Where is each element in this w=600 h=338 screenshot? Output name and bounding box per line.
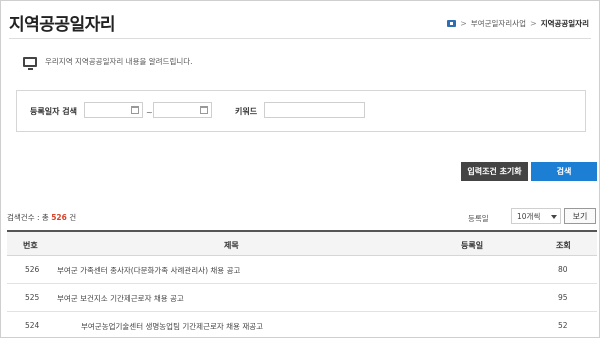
breadcrumb: > 부여군일자리사업 > 지역공공일자리 xyxy=(447,18,589,29)
info-text: 우리지역 지역공공일자리 내용을 알려드립니다. xyxy=(45,57,193,66)
breadcrumb-current: 지역공공일자리 xyxy=(540,19,589,28)
breadcrumb-parent[interactable]: 부여군일자리사업 xyxy=(471,18,526,29)
row-views: 52 xyxy=(558,321,568,330)
row-views: 80 xyxy=(558,265,568,274)
table-row[interactable]: 526 부여군 가족센터 종사자(다문화가족 사례관리사) 채용 공고 80 xyxy=(7,256,597,284)
breadcrumb-separator: > xyxy=(529,19,537,28)
search-panel: 등록일자 검색 ~ 키워드 xyxy=(16,90,586,132)
chevron-down-icon xyxy=(551,215,557,219)
result-count-prefix: 검색건수 : 총 xyxy=(7,213,49,222)
date-to-input[interactable] xyxy=(153,102,212,118)
sort-label[interactable]: 등록일 xyxy=(468,213,489,224)
page-frame: 지역공공일자리 > 부여군일자리사업 > 지역공공일자리 우리지역 지역공공일자… xyxy=(0,0,600,338)
results-table: 번호 제목 등록일 조회 526 부여군 가족센터 종사자(다문화가족 사례관리… xyxy=(7,230,597,338)
calendar-icon[interactable] xyxy=(200,106,208,114)
row-views: 95 xyxy=(558,293,568,302)
date-search-label: 등록일자 검색 xyxy=(30,107,77,116)
table-row[interactable]: 525 부여군 보건지소 기간제근로자 채용 공고 95 xyxy=(7,284,597,312)
row-title-link[interactable]: 부여군 가족센터 종사자(다문화가족 사례관리사) 채용 공고 xyxy=(57,265,240,276)
row-number: 525 xyxy=(25,293,40,302)
date-range-separator: ~ xyxy=(146,108,153,117)
column-header-no: 번호 xyxy=(23,241,38,250)
table-row[interactable]: 524 부여군농업기술센터 생명농업팀 기간제근로자 채용 재공고 52 xyxy=(7,312,597,338)
column-header-views: 조회 xyxy=(556,241,571,250)
monitor-icon xyxy=(23,56,37,70)
result-count-value: 526 xyxy=(51,213,67,222)
result-count-suffix: 건 xyxy=(69,213,77,222)
row-number: 526 xyxy=(25,265,40,274)
page-title: 지역공공일자리 xyxy=(9,15,115,35)
date-from-input[interactable] xyxy=(84,102,143,118)
row-title-link[interactable]: 부여군농업기술센터 생명농업팀 기간제근로자 채용 재공고 xyxy=(81,321,263,332)
view-button[interactable]: 보기 xyxy=(564,208,596,224)
page-size-select[interactable]: 10개씩 xyxy=(511,208,561,224)
keyword-label: 키워드 xyxy=(235,107,258,116)
reset-button[interactable]: 입력조건 초기화 xyxy=(461,162,528,181)
row-number: 524 xyxy=(25,321,40,330)
column-header-title: 제목 xyxy=(224,241,239,250)
title-divider xyxy=(9,38,591,39)
table-header: 번호 제목 등록일 조회 xyxy=(7,230,597,256)
breadcrumb-separator: > xyxy=(460,19,467,28)
result-count: 검색건수 : 총 526 건 xyxy=(7,212,76,223)
info-message: 우리지역 지역공공일자리 내용을 알려드립니다. xyxy=(23,56,193,70)
home-icon[interactable] xyxy=(447,20,457,27)
calendar-icon[interactable] xyxy=(131,106,139,114)
keyword-input[interactable] xyxy=(264,102,365,118)
row-title-link[interactable]: 부여군 보건지소 기간제근로자 채용 공고 xyxy=(57,293,184,304)
page-size-value: 10개씩 xyxy=(517,211,541,221)
column-header-date: 등록일 xyxy=(461,241,484,250)
search-button[interactable]: 검색 xyxy=(531,162,597,181)
